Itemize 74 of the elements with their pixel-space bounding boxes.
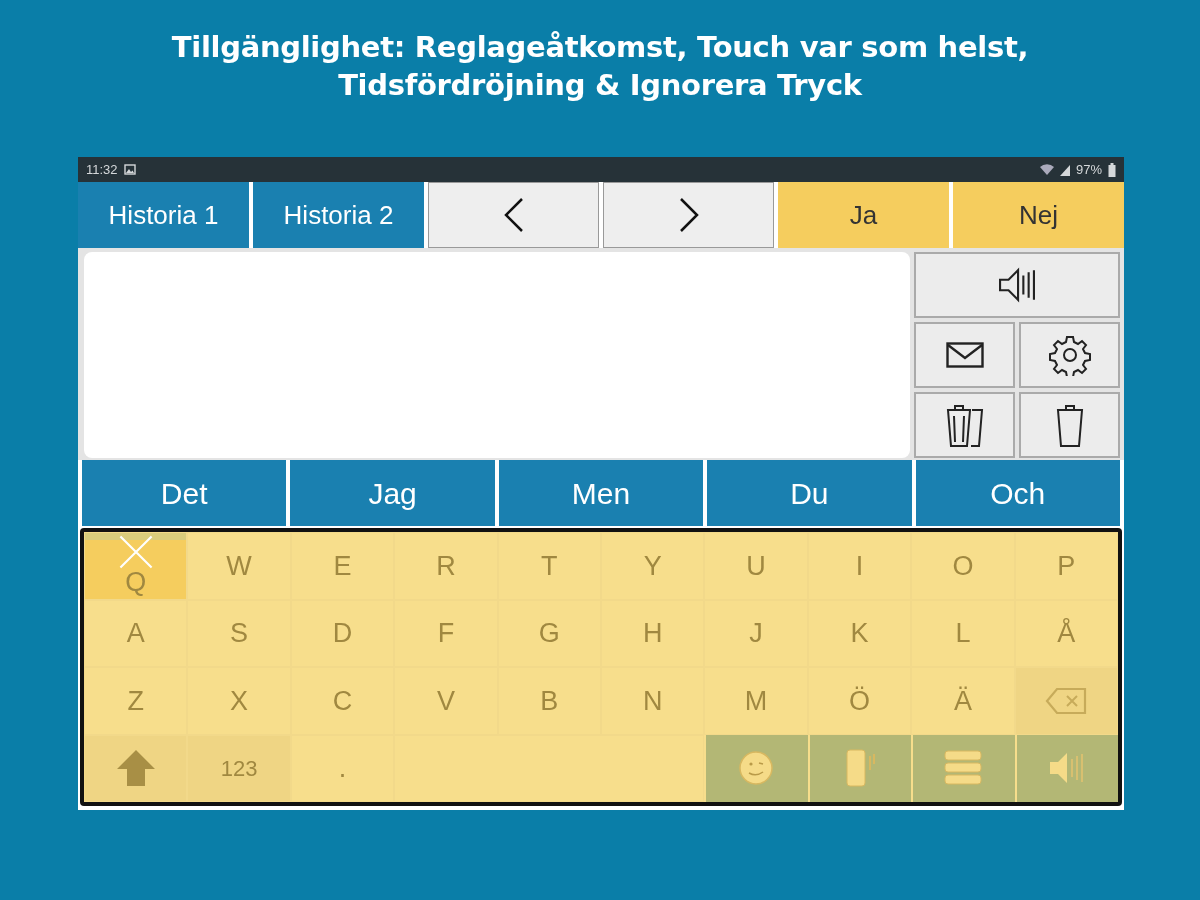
keyboard-key[interactable]: Q xyxy=(84,532,188,600)
mail-icon xyxy=(945,342,984,368)
keyboard-key[interactable]: V xyxy=(394,667,498,735)
backspace-key[interactable] xyxy=(1014,667,1118,735)
keyboard-key[interactable]: O xyxy=(911,532,1015,600)
battery-icon xyxy=(1108,162,1116,177)
mode-key[interactable]: 123 xyxy=(187,734,291,802)
keyboard-key[interactable]: F xyxy=(394,599,498,667)
keyboard-key[interactable]: L xyxy=(911,599,1015,667)
keyboard-key[interactable]: E xyxy=(290,532,395,600)
speak-button[interactable] xyxy=(914,252,1120,318)
keyboard-key[interactable]: Z xyxy=(84,667,188,735)
word-button[interactable]: Och xyxy=(915,460,1120,526)
settings-button[interactable] xyxy=(1019,322,1120,388)
keyboard-key[interactable]: W xyxy=(187,532,291,600)
word-button[interactable]: Men xyxy=(498,460,704,526)
keyboard-key[interactable]: U xyxy=(704,532,808,600)
keyboard-key[interactable]: D xyxy=(290,599,395,667)
keyboard-key[interactable]: P xyxy=(1014,532,1118,600)
keyboard-key[interactable]: T xyxy=(497,532,601,600)
word-button[interactable]: Jag xyxy=(290,460,495,526)
answer-button[interactable]: Ja xyxy=(778,182,949,248)
trash-icon xyxy=(1055,402,1084,448)
delete-button[interactable] xyxy=(1019,392,1120,458)
clock-text: 11:32 xyxy=(86,160,118,179)
smiley-icon xyxy=(738,750,775,787)
keyboard-key[interactable]: N xyxy=(601,667,705,735)
keyboard-key[interactable]: X xyxy=(187,667,291,735)
menu-icon xyxy=(942,749,983,788)
keyboard-key[interactable]: G xyxy=(497,599,601,667)
vibrate-key[interactable] xyxy=(807,734,912,802)
keyboard-key[interactable]: Å xyxy=(1014,599,1118,667)
word-button[interactable]: Du xyxy=(707,460,912,526)
signal-icon xyxy=(1059,163,1070,176)
phone-icon xyxy=(843,748,876,789)
history-button[interactable]: Historia 2 xyxy=(253,182,424,248)
trash-icon xyxy=(944,402,985,448)
headline: Tidsfördröjning & Ignorera Tryck xyxy=(338,67,862,104)
keyboard-key[interactable]: R xyxy=(394,532,498,600)
email-button[interactable] xyxy=(914,322,1015,388)
battery-text: 97% xyxy=(1075,160,1102,179)
keyboard-key[interactable]: S xyxy=(187,599,291,667)
word-button[interactable]: Det xyxy=(82,460,287,526)
headline: Tillgänglighet: Reglageåtkomst, Touch var som helst, xyxy=(171,29,1029,66)
keyboard-key[interactable]: Y xyxy=(601,532,705,600)
up-arrow-icon xyxy=(115,749,156,788)
menu-key[interactable] xyxy=(911,734,1015,802)
keyboard-key[interactable]: Ö xyxy=(807,667,912,735)
keyboard-key[interactable]: C xyxy=(290,667,395,735)
keyboard-key[interactable]: J xyxy=(704,599,808,667)
close-icon xyxy=(118,535,153,570)
chevron-left-icon xyxy=(503,198,524,232)
answer-button[interactable]: Nej xyxy=(953,182,1124,248)
keyboard-key[interactable]: K xyxy=(807,599,912,667)
chevron-right-icon xyxy=(678,198,699,232)
emoji-key[interactable] xyxy=(704,734,808,802)
keyboard-key[interactable]: A xyxy=(84,599,188,667)
keyboard-key[interactable]: . xyxy=(290,734,395,802)
keyboard-key[interactable]: I xyxy=(807,532,912,600)
backspace-icon xyxy=(1045,686,1088,715)
next-button[interactable] xyxy=(603,182,774,248)
image-icon xyxy=(123,164,136,175)
clear-all-button[interactable] xyxy=(914,392,1015,458)
speaker-icon xyxy=(997,267,1037,303)
keyboard-key[interactable]: Ä xyxy=(911,667,1015,735)
wifi-icon xyxy=(1039,163,1054,176)
history-button[interactable]: Historia 1 xyxy=(78,182,249,248)
previous-button[interactable] xyxy=(428,182,599,248)
settings-icon xyxy=(1048,334,1091,376)
shift-key[interactable] xyxy=(84,734,188,802)
speak-key[interactable] xyxy=(1014,734,1118,802)
keyboard-key[interactable]: H xyxy=(601,599,705,667)
keyboard-key[interactable]: M xyxy=(704,667,808,735)
keyboard-key[interactable]: B xyxy=(497,667,601,735)
